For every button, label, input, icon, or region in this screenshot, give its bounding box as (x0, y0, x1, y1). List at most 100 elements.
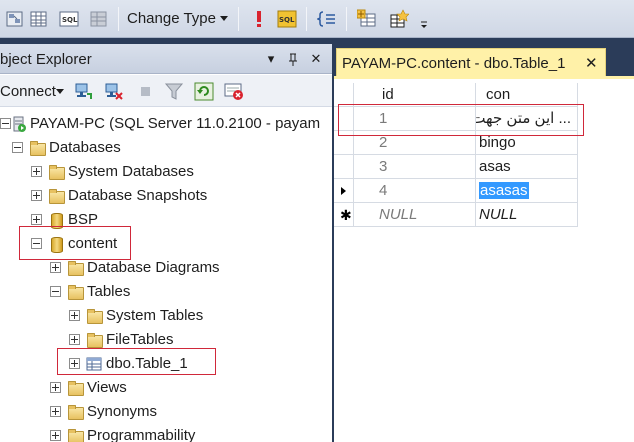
grid-cell-con[interactable]: bingo (476, 131, 578, 155)
tree-node-label: Views (87, 379, 127, 396)
new-row-icon: ✱ (340, 207, 352, 223)
expand-icon[interactable] (31, 214, 42, 225)
add-table-icon[interactable] (356, 8, 376, 28)
tree-node-label: Tables (87, 283, 131, 300)
row-selector-header[interactable] (334, 83, 354, 107)
collapse-icon[interactable] (12, 142, 23, 153)
grid-cell-id[interactable]: 4 (354, 179, 476, 203)
close-icon[interactable]: ✕ (585, 54, 598, 72)
selected-text[interactable]: asasas (479, 182, 529, 199)
database-icon (48, 212, 64, 229)
row-selector[interactable] (334, 131, 354, 155)
collapse-icon[interactable] (0, 118, 11, 129)
tree-node-content[interactable]: content (0, 232, 332, 256)
execute-sql-icon[interactable] (248, 8, 268, 28)
tree-node-tables[interactable]: Tables (0, 280, 332, 304)
grid-cell-con[interactable]: asasas (476, 179, 578, 203)
connect-button[interactable]: Connect (0, 83, 56, 100)
row-selector[interactable] (334, 155, 354, 179)
expand-icon[interactable] (69, 358, 80, 369)
collapse-icon[interactable] (31, 238, 42, 249)
table-row[interactable]: 1 ... این متن جهت (334, 107, 578, 131)
object-explorer-tree: PAYAM-PC (SQL Server 11.0.2100 - payam D… (0, 108, 332, 442)
tree-node-filetables[interactable]: FileTables (0, 328, 332, 352)
table-icon (86, 356, 102, 372)
server-icon (11, 116, 27, 132)
expand-icon[interactable] (69, 334, 80, 345)
column-header-con[interactable]: con (476, 83, 578, 107)
tree-node-synonyms[interactable]: Synonyms (0, 400, 332, 424)
tree-node-server[interactable]: PAYAM-PC (SQL Server 11.0.2100 - payam (0, 112, 332, 136)
filter-icon[interactable] (164, 82, 184, 101)
toolbar-options-icon[interactable] (418, 8, 430, 32)
add-derived-table-icon[interactable] (388, 8, 410, 28)
close-icon[interactable]: ✕ (309, 51, 323, 67)
document-tab[interactable]: PAYAM-PC.content - dbo.Table_1 ✕ (336, 48, 606, 78)
tree-node-dbo-table-1[interactable]: dbo.Table_1 (0, 352, 332, 376)
grid-cell-id[interactable]: NULL (354, 203, 476, 227)
expand-icon[interactable] (31, 190, 42, 201)
group-by-icon[interactable] (316, 8, 336, 28)
row-selector[interactable]: ✱ (334, 203, 354, 227)
table-row[interactable]: 4 asasas (334, 179, 578, 203)
tree-node-databases[interactable]: Databases (0, 136, 332, 160)
chevron-down-icon[interactable] (56, 89, 64, 94)
stop-icon[interactable] (136, 82, 156, 101)
tree-node-label: FileTables (106, 331, 174, 348)
row-selector[interactable] (334, 107, 354, 131)
grid-pane-icon[interactable] (28, 8, 48, 28)
pin-icon[interactable] (286, 51, 300, 67)
new-row[interactable]: ✱ NULL NULL (334, 203, 578, 227)
expand-icon[interactable] (50, 382, 61, 393)
expand-icon[interactable] (50, 406, 61, 417)
expand-icon[interactable] (31, 166, 42, 177)
folder-icon (67, 260, 84, 276)
tree-node-database-diagrams[interactable]: Database Diagrams (0, 256, 332, 280)
disconnect-icon[interactable] (104, 82, 124, 101)
tree-node-label: dbo.Table_1 (106, 355, 188, 372)
activity-monitor-icon[interactable] (224, 82, 244, 101)
grid-cell-con[interactable]: asas (476, 155, 578, 179)
object-explorer-toolbar: Connect (0, 75, 332, 107)
expand-icon[interactable] (69, 310, 80, 321)
database-icon (48, 236, 64, 253)
refresh-icon[interactable] (194, 82, 214, 101)
tree-node-label: Database Diagrams (87, 259, 220, 276)
tree-node-views[interactable]: Views (0, 376, 332, 400)
verify-sql-icon[interactable]: SQL (276, 8, 297, 28)
document-tab-label: PAYAM-PC.content - dbo.Table_1 (342, 55, 566, 72)
expand-icon[interactable] (50, 430, 61, 441)
connect-object-explorer-icon[interactable] (74, 82, 94, 101)
current-row-icon (341, 187, 346, 195)
grid-cell-id[interactable]: 3 (354, 155, 476, 179)
window-position-icon[interactable]: ▾ (264, 51, 278, 67)
toolbar-separator (118, 7, 119, 31)
grid-cell-id[interactable]: 2 (354, 131, 476, 155)
grid-cell-id[interactable]: 1 (354, 107, 476, 131)
table-row[interactable]: 3 asas (334, 155, 578, 179)
tree-node-bsp[interactable]: BSP (0, 208, 332, 232)
column-header-id[interactable]: id (354, 83, 476, 107)
tree-node-label: Database Snapshots (68, 187, 208, 204)
grid-cell-con[interactable]: ... این متن جهت (476, 107, 578, 131)
tree-node-programmability[interactable]: Programmability (0, 424, 332, 442)
toolbar-separator (306, 7, 307, 31)
tree-node-database-snapshots[interactable]: Database Snapshots (0, 184, 332, 208)
results-pane-icon[interactable] (88, 8, 108, 28)
chevron-down-icon[interactable] (220, 16, 228, 21)
folder-icon (67, 380, 84, 396)
document-tab-strip: PAYAM-PC.content - dbo.Table_1 ✕ (334, 44, 634, 79)
tree-node-system-tables[interactable]: System Tables (0, 304, 332, 328)
tree-node-label: PAYAM-PC (SQL Server 11.0.2100 - payam (30, 115, 321, 132)
collapse-icon[interactable] (50, 286, 61, 297)
tree-node-label: System Databases (68, 163, 194, 180)
diagram-pane-icon[interactable] (4, 8, 24, 28)
table-editor-panel: PAYAM-PC.content - dbo.Table_1 ✕ id con … (334, 44, 634, 442)
grid-cell-con[interactable]: NULL (476, 203, 578, 227)
table-row[interactable]: 2 bingo (334, 131, 578, 155)
tree-node-system-databases[interactable]: System Databases (0, 160, 332, 184)
sql-pane-icon[interactable]: SQL (58, 8, 79, 28)
change-type-menu[interactable]: Change Type (127, 10, 216, 27)
row-selector[interactable] (334, 179, 354, 203)
expand-icon[interactable] (50, 262, 61, 273)
